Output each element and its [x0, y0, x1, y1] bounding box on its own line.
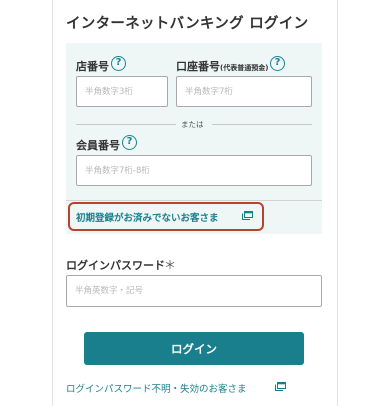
account-number-label-note: (代表普通預金) — [220, 64, 269, 72]
required-mark: ＊ — [164, 258, 177, 272]
member-number-input[interactable] — [76, 155, 312, 186]
password-label: ログインパスワード — [66, 259, 165, 272]
member-number-help-icon[interactable]: ? — [122, 135, 137, 150]
branch-number-label: 店番号 — [76, 60, 109, 73]
page-title: インターネットバンキング ログイン — [66, 16, 309, 32]
separator-text: または — [181, 120, 204, 129]
account-number-help-icon[interactable]: ? — [270, 56, 285, 71]
first-time-registration-link[interactable]: 初期登録がお済みでないお客さま — [76, 210, 219, 224]
account-number-label: 口座番号(代表普通預金) — [176, 58, 268, 74]
account-number-label-text: 口座番号 — [176, 60, 220, 73]
branch-number-input[interactable] — [76, 76, 168, 107]
password-input[interactable] — [66, 275, 322, 307]
external-window-icon — [242, 211, 253, 220]
member-number-label: 会員番号 — [76, 139, 120, 152]
separator-line-left — [76, 124, 176, 125]
external-window-icon — [275, 382, 286, 391]
account-number-input[interactable] — [176, 76, 312, 107]
panel-divider — [66, 200, 322, 201]
branch-number-help-icon[interactable]: ? — [111, 56, 126, 71]
separator-line-right — [212, 124, 312, 125]
login-button[interactable]: ログイン — [84, 332, 304, 365]
forgot-password-link[interactable]: ログインパスワード不明・失効のお客さま — [66, 381, 247, 395]
